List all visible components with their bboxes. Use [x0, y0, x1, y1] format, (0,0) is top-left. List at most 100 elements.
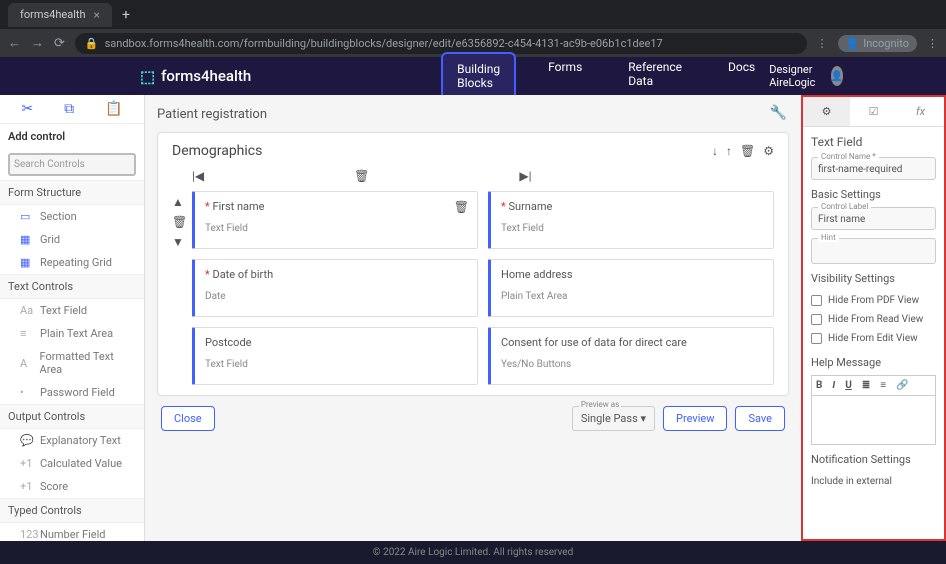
section-icon: ▭: [20, 210, 34, 223]
bold-icon[interactable]: B: [816, 380, 822, 391]
url-input[interactable]: 🔒 sandbox.forms4health.com/formbuilding/…: [75, 33, 807, 54]
italic-icon[interactable]: I: [832, 380, 835, 391]
list-ol-icon[interactable]: ≣: [862, 380, 870, 391]
incognito-badge: 👤 Incognito: [838, 35, 918, 52]
main-nav: Building Blocks Forms Reference Data Doc…: [441, 52, 769, 100]
browser-tab-bar: forms4health × +: [0, 0, 946, 29]
tab-title: forms4health: [20, 8, 86, 21]
designer-label: Designer AireLogic: [769, 63, 823, 89]
control-name-input[interactable]: Control Name * first-name-required: [811, 157, 936, 180]
browser-tab[interactable]: forms4health ×: [8, 3, 112, 27]
hide-read-checkbox[interactable]: Hide From Read View: [811, 310, 936, 329]
incognito-icon: 👤: [846, 37, 860, 50]
nav-building-blocks[interactable]: Building Blocks: [441, 52, 516, 100]
fields-grid: ▲ 🗑 ▼ * First name Text Field 🗑 * Surnam…: [172, 191, 774, 385]
section-typed-controls: Typed Controls: [0, 498, 144, 523]
preview-button[interactable]: Preview: [663, 406, 727, 431]
chevron-down-icon: ▾: [641, 412, 647, 425]
field-delete-icon[interactable]: 🗑: [454, 200, 469, 214]
block-title: Demographics: [172, 143, 262, 159]
copy-icon[interactable]: ⧉: [64, 101, 74, 117]
checkbox-icon: [811, 333, 822, 344]
control-calculated-value[interactable]: +1Calculated Value: [0, 452, 144, 475]
number-icon: 123: [20, 528, 34, 541]
control-plain-text-area[interactable]: ≡Plain Text Area: [0, 322, 144, 345]
controls-sidebar: ✂ ⧉ 📋 Add control Search Controls Form S…: [0, 95, 145, 541]
control-grid[interactable]: ▦Grid: [0, 228, 144, 251]
cut-icon[interactable]: ✂: [21, 101, 33, 117]
control-label-input[interactable]: Control Label First name: [811, 207, 936, 230]
add-control-header: Add control: [0, 124, 144, 149]
control-formatted-text-area[interactable]: AFormatted Text Area: [0, 345, 144, 381]
arrow-down-icon[interactable]: ▼: [172, 235, 187, 249]
field-postcode[interactable]: Postcode Text Field: [192, 327, 478, 385]
share-icon[interactable]: ⋮: [817, 37, 828, 50]
move-down-icon[interactable]: ↓: [712, 144, 718, 158]
password-icon: •: [20, 386, 34, 399]
row-delete-icon[interactable]: 🗑: [172, 215, 187, 229]
gear-icon[interactable]: ⚙: [763, 144, 774, 158]
lock-icon: 🔒: [85, 37, 99, 50]
wrench-icon[interactable]: 🔧: [770, 105, 787, 121]
include-external-checkbox[interactable]: Include in external: [811, 472, 936, 491]
grid-icon: ▦: [20, 233, 34, 246]
hide-pdf-checkbox[interactable]: Hide From PDF View: [811, 291, 936, 310]
avatar[interactable]: 👤: [831, 66, 843, 86]
section-output-controls: Output Controls: [0, 404, 144, 429]
nav-docs[interactable]: Docs: [714, 52, 769, 100]
formatted-icon: A: [20, 357, 34, 370]
control-repeating-grid[interactable]: ▦Repeating Grid: [0, 251, 144, 274]
menu-icon[interactable]: ⋮: [927, 37, 938, 50]
field-consent[interactable]: Consent for use of data for direct care …: [488, 327, 774, 385]
reload-icon[interactable]: ⟳: [54, 36, 65, 51]
control-password-field[interactable]: •Password Field: [0, 381, 144, 404]
props-tab-fx[interactable]: fx: [897, 97, 944, 126]
hint-input[interactable]: Hint: [811, 238, 936, 264]
move-up-icon[interactable]: ↑: [726, 144, 732, 158]
rte-toolbar: B I U ≣ ≡ 🔗: [811, 375, 936, 395]
paste-icon[interactable]: 📋: [105, 101, 122, 117]
arrow-up-icon[interactable]: ▲: [172, 195, 187, 209]
checkbox-icon: [811, 314, 822, 325]
control-number-field[interactable]: 123Number Field: [0, 523, 144, 541]
underline-icon[interactable]: U: [845, 380, 852, 391]
props-tab-settings[interactable]: ⚙: [803, 97, 850, 126]
explanatory-icon: 💬: [20, 434, 34, 447]
control-section[interactable]: ▭Section: [0, 205, 144, 228]
demographics-block: Demographics ↓ ↑ 🗑 ⚙ |◀ 🗑 ▶| ▲ 🗑 ▼: [157, 132, 789, 396]
help-message-header: Help Message: [811, 356, 936, 369]
preview-as-select[interactable]: Preview as Single Pass ▾: [572, 406, 655, 431]
control-score[interactable]: +1Score: [0, 475, 144, 498]
field-surname[interactable]: * Surname Text Field: [488, 191, 774, 249]
save-button[interactable]: Save: [735, 406, 785, 431]
help-message-input[interactable]: [811, 395, 936, 445]
search-input[interactable]: Search Controls: [8, 153, 136, 176]
nav-forms[interactable]: Forms: [534, 52, 596, 100]
footer: © 2022 Aire Logic Limited. All rights re…: [0, 541, 946, 564]
close-button[interactable]: Close: [161, 406, 215, 431]
new-tab-button[interactable]: +: [122, 7, 130, 23]
delete-icon[interactable]: 🗑: [740, 144, 755, 158]
field-dob[interactable]: * Date of birth Date: [192, 259, 478, 317]
field-home-address[interactable]: Home address Plain Text Area: [488, 259, 774, 317]
hide-edit-checkbox[interactable]: Hide From Edit View: [811, 329, 936, 348]
props-tab-validation[interactable]: ☑: [850, 97, 897, 126]
control-text-field[interactable]: AaText Field: [0, 299, 144, 322]
field-first-name[interactable]: * First name Text Field 🗑: [192, 191, 478, 249]
notification-settings-header: Notification Settings: [811, 453, 936, 466]
back-icon[interactable]: ←: [8, 35, 21, 51]
close-icon[interactable]: ×: [94, 8, 100, 22]
props-title: Text Field: [811, 135, 936, 149]
control-explanatory-text[interactable]: 💬Explanatory Text: [0, 429, 144, 452]
list-ul-icon[interactable]: ≡: [880, 380, 886, 391]
properties-panel: ⚙ ☑ fx Text Field Control Name * first-n…: [801, 95, 946, 541]
seq-first-icon[interactable]: |◀: [192, 169, 204, 183]
nav-reference-data[interactable]: Reference Data: [614, 52, 696, 100]
visibility-settings-header: Visibility Settings: [811, 272, 936, 285]
forward-icon: →: [31, 35, 44, 51]
link-icon[interactable]: 🔗: [896, 380, 908, 391]
seq-delete-icon[interactable]: 🗑: [354, 169, 369, 183]
logo[interactable]: ⬚ forms4health: [140, 67, 251, 86]
seq-last-icon[interactable]: ▶|: [519, 169, 531, 183]
check-icon: ☑: [869, 105, 879, 118]
